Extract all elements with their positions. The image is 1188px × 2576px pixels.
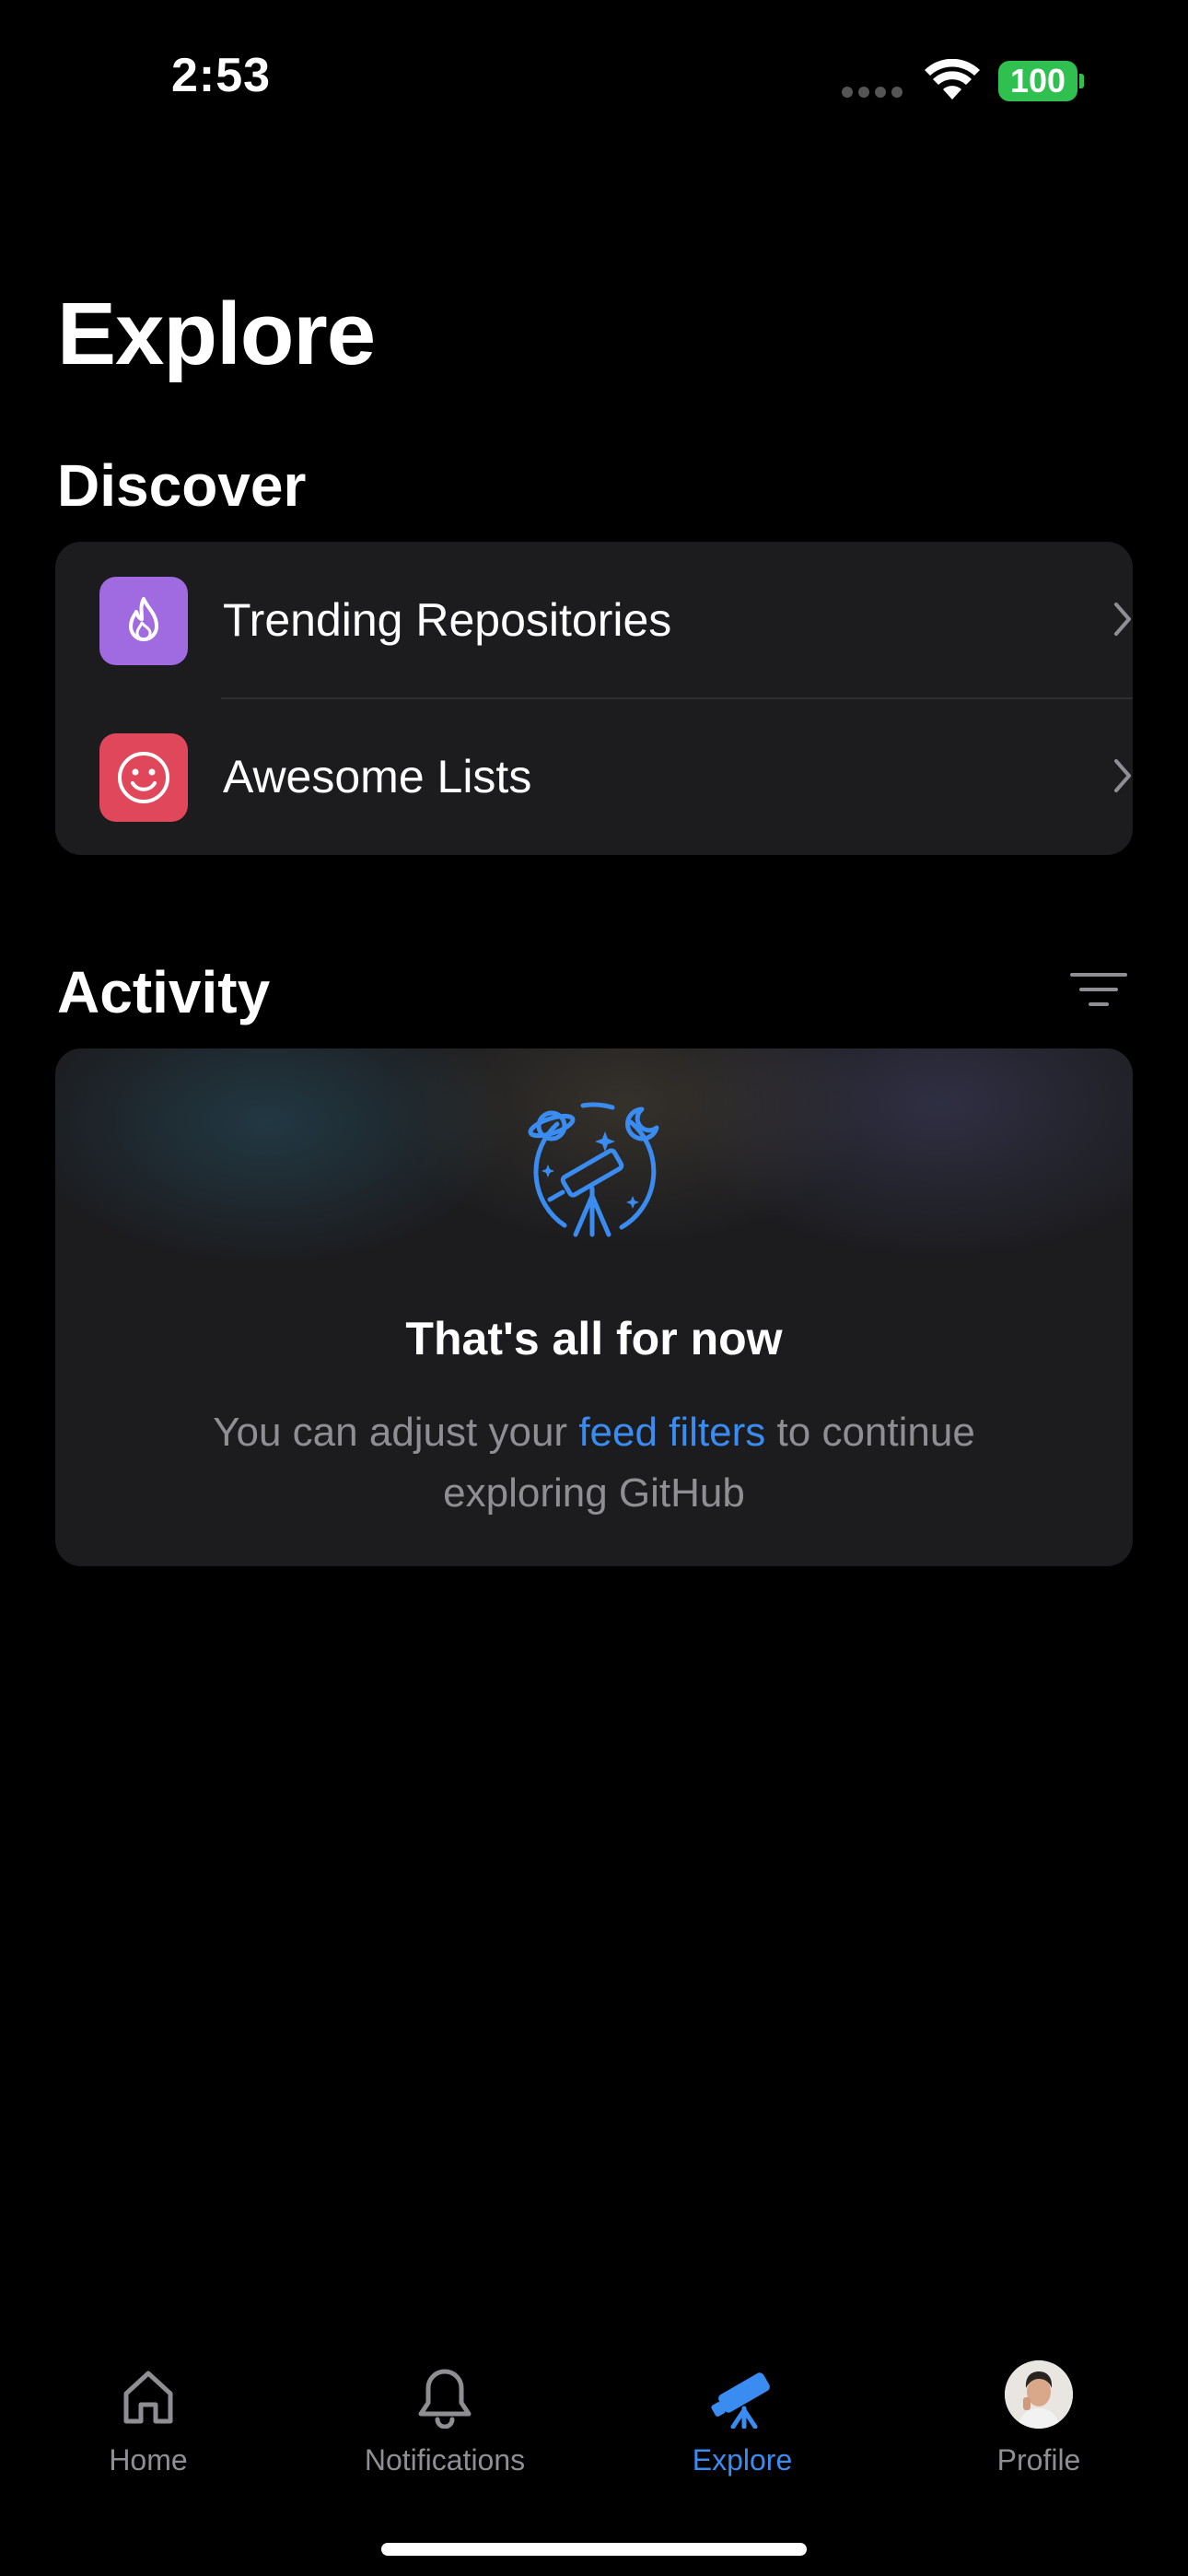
chevron-right-icon	[1114, 759, 1131, 792]
discover-section-title: Discover	[57, 452, 307, 519]
filter-icon[interactable]	[1070, 969, 1127, 1010]
awesome-lists-row[interactable]: Awesome Lists	[55, 698, 1133, 855]
status-time: 2:53	[171, 49, 272, 102]
discover-list: Trending Repositories Awesome Lists	[55, 542, 1133, 855]
tab-explore[interactable]: Explore	[623, 2366, 862, 2504]
tab-home[interactable]: Home	[29, 2366, 268, 2504]
activity-empty-state: That's all for now You can adjust your f…	[55, 1048, 1133, 1566]
tab-notifications[interactable]: Notifications	[325, 2366, 565, 2504]
trending-repositories-label: Trending Repositories	[223, 594, 672, 646]
battery-level: 100	[1009, 62, 1066, 100]
tab-profile-label: Profile	[996, 2443, 1081, 2476]
activity-section-title: Activity	[57, 959, 271, 1025]
smiley-icon	[99, 733, 188, 822]
battery-indicator: 100	[998, 61, 1077, 101]
empty-state-message: You can adjust your feed filters to cont…	[166, 1402, 1022, 1524]
tab-notifications-label: Notifications	[364, 2443, 526, 2476]
wifi-icon	[925, 59, 980, 100]
tab-explore-label: Explore	[692, 2443, 793, 2476]
awesome-lists-label: Awesome Lists	[223, 751, 532, 802]
page-title: Explore	[57, 285, 376, 383]
feed-filters-link[interactable]: feed filters	[578, 1410, 765, 1455]
avatar	[1005, 2360, 1073, 2429]
cellular-signal-icon	[842, 87, 903, 98]
tab-profile[interactable]: Profile	[919, 2360, 1159, 2504]
chevron-right-icon	[1114, 603, 1131, 636]
tab-bar: Home Notifications Explore Profile	[0, 2348, 1188, 2576]
tab-home-label: Home	[109, 2443, 188, 2476]
bell-icon	[418, 2369, 472, 2429]
home-indicator	[381, 2543, 807, 2556]
empty-state-title: That's all for now	[405, 1313, 783, 1364]
trending-repositories-row[interactable]: Trending Repositories	[55, 542, 1133, 699]
flame-icon	[99, 577, 188, 665]
home-icon	[123, 2371, 173, 2424]
telescope-icon	[711, 2372, 770, 2429]
telescope-illustration-icon	[528, 1102, 659, 1237]
battery-tip	[1079, 74, 1084, 88]
empty-state-text-before: You can adjust your	[213, 1410, 579, 1455]
status-bar: 2:53 100	[0, 0, 1188, 157]
